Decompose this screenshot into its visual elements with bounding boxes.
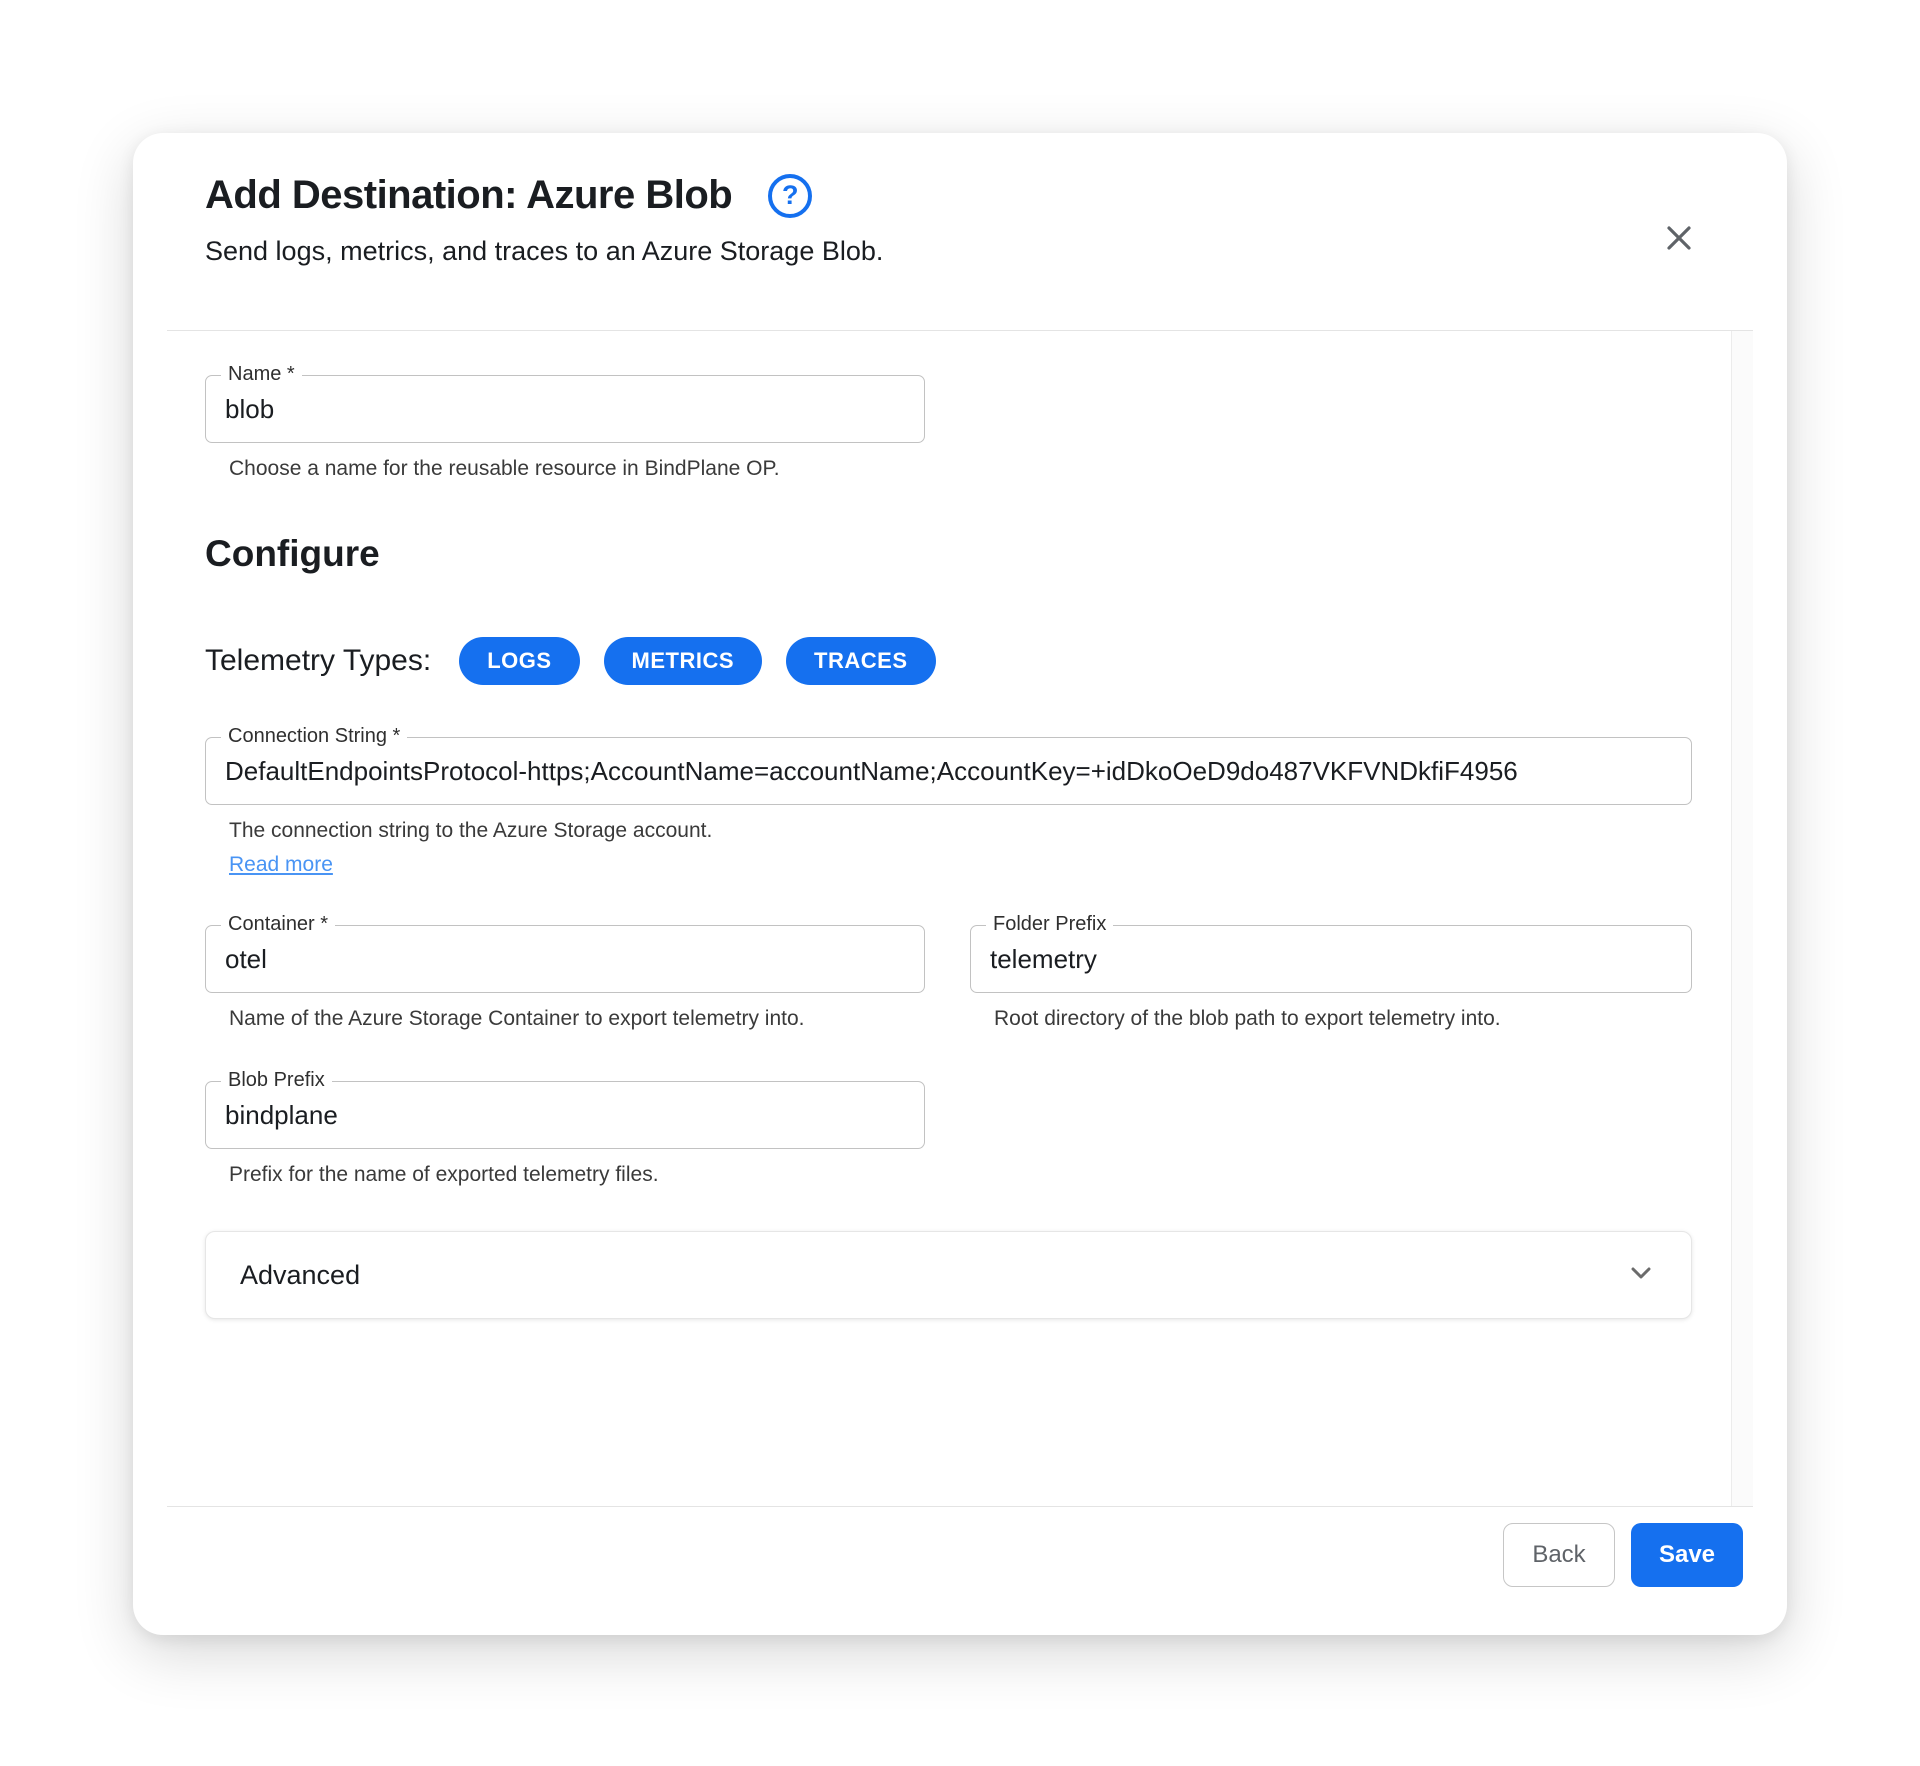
dialog-footer: Back Save xyxy=(133,1507,1787,1635)
dialog-body: Name * Choose a name for the reusable re… xyxy=(167,330,1753,1507)
container-helper-text: Name of the Azure Storage Container to e… xyxy=(205,1007,925,1031)
folder-prefix-field: Folder Prefix xyxy=(970,925,1692,993)
help-icon[interactable]: ? xyxy=(768,174,812,218)
close-icon xyxy=(1663,222,1695,257)
name-helper-text: Choose a name for the reusable resource … xyxy=(205,457,925,481)
container-column: Container * Name of the Azure Storage Co… xyxy=(205,925,925,1031)
name-field-label: Name * xyxy=(221,363,302,386)
container-field: Container * xyxy=(205,925,925,993)
save-button[interactable]: Save xyxy=(1631,1523,1743,1587)
dialog-subtitle: Send logs, metrics, and traces to an Azu… xyxy=(205,236,1715,267)
advanced-accordion-label: Advanced xyxy=(240,1260,360,1291)
blob-prefix-label: Blob Prefix xyxy=(221,1069,332,1092)
telemetry-chip-logs[interactable]: LOGS xyxy=(459,637,579,685)
name-input[interactable] xyxy=(206,376,924,442)
connection-string-input[interactable] xyxy=(206,738,1691,804)
name-field: Name * xyxy=(205,375,925,443)
page-title: Add Destination: Azure Blob xyxy=(205,173,732,218)
scrollbar-track[interactable] xyxy=(1731,331,1753,1506)
chevron-down-icon xyxy=(1625,1257,1657,1294)
folder-prefix-label: Folder Prefix xyxy=(986,913,1113,936)
connection-string-helper-text: The connection string to the Azure Stora… xyxy=(205,819,1683,843)
folder-prefix-column: Folder Prefix Root directory of the blob… xyxy=(970,925,1692,1031)
connection-string-field: Connection String * xyxy=(205,737,1692,805)
advanced-accordion[interactable]: Advanced xyxy=(205,1231,1692,1319)
container-field-label: Container * xyxy=(221,913,335,936)
back-button[interactable]: Back xyxy=(1503,1523,1615,1587)
add-destination-dialog: Add Destination: Azure Blob ? Send logs,… xyxy=(133,133,1787,1635)
configure-heading: Configure xyxy=(205,533,1683,575)
telemetry-types-label: Telemetry Types: xyxy=(205,644,431,678)
read-more-link[interactable]: Read more xyxy=(229,853,333,877)
dialog-header: Add Destination: Azure Blob ? Send logs,… xyxy=(133,133,1787,330)
telemetry-chip-metrics[interactable]: METRICS xyxy=(604,637,763,685)
blob-prefix-field: Blob Prefix xyxy=(205,1081,925,1149)
telemetry-types-row: Telemetry Types: LOGS METRICS TRACES xyxy=(205,637,1683,685)
blob-prefix-helper-text: Prefix for the name of exported telemetr… xyxy=(205,1163,925,1187)
close-button[interactable] xyxy=(1657,217,1701,261)
connection-string-label: Connection String * xyxy=(221,725,407,748)
folder-prefix-helper-text: Root directory of the blob path to expor… xyxy=(970,1007,1692,1031)
telemetry-chip-traces[interactable]: TRACES xyxy=(786,637,935,685)
